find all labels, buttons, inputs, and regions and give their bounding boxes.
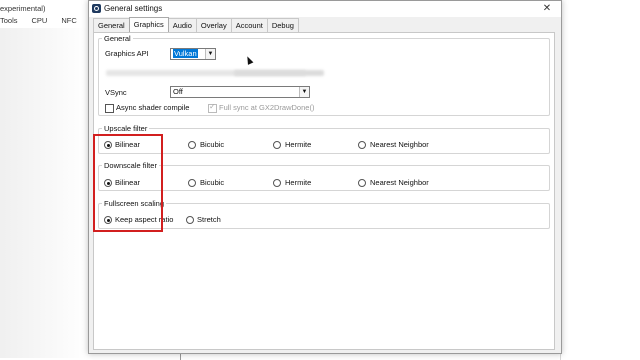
tab-bar: General Graphics Audio Overlay Account D… bbox=[93, 17, 299, 34]
downscale-radio-hermite[interactable] bbox=[273, 179, 281, 187]
graphics-api-label: Graphics API bbox=[105, 49, 149, 58]
background-menu-bar: Tools CPU NFC D bbox=[0, 16, 96, 25]
graphics-api-select[interactable]: Vulkan ▼ bbox=[170, 48, 216, 60]
tab-overlay[interactable]: Overlay bbox=[195, 18, 232, 33]
vsync-value: Off bbox=[173, 87, 183, 96]
downscale-option-label: Bicubic bbox=[200, 178, 225, 187]
async-shader-checkbox[interactable] bbox=[105, 104, 114, 113]
graphics-api-value: Vulkan bbox=[173, 49, 198, 58]
background-window-title: experimental) bbox=[0, 4, 46, 13]
downscale-radio-nearest-neighbor[interactable] bbox=[358, 179, 366, 187]
tab-debug[interactable]: Debug bbox=[266, 18, 299, 33]
full-sync-label: Full sync at GX2DrawDone() bbox=[219, 103, 315, 112]
downscale-option-label: Nearest Neighbor bbox=[370, 178, 429, 187]
vsync-label: VSync bbox=[105, 88, 127, 97]
app-icon bbox=[92, 4, 101, 13]
close-button[interactable]: ✕ bbox=[533, 1, 561, 17]
upscale-option-label: Hermite bbox=[285, 140, 312, 149]
chevron-down-icon: ▼ bbox=[205, 49, 215, 59]
background-menu-item[interactable]: NFC bbox=[61, 16, 76, 25]
fullscreen-option-label: Stretch bbox=[197, 215, 221, 224]
dialog-title: General settings bbox=[104, 4, 163, 13]
upscale-radio-bicubic[interactable] bbox=[188, 141, 196, 149]
upscale-option-label: Nearest Neighbor bbox=[370, 140, 429, 149]
red-highlight-box bbox=[93, 134, 163, 232]
background-right-area bbox=[560, 0, 640, 360]
tab-general[interactable]: General bbox=[93, 18, 130, 33]
upscale-radio-nearest-neighbor[interactable] bbox=[358, 141, 366, 149]
downscale-filter-group: Downscale filter bbox=[98, 161, 550, 191]
background-menu-item[interactable]: Tools bbox=[0, 16, 18, 25]
fullscreen-radio-stretch[interactable] bbox=[186, 216, 194, 224]
blurred-row bbox=[234, 70, 324, 76]
tab-account[interactable]: Account bbox=[230, 18, 268, 33]
fullscreen-scaling-group: Fullscreen scaling bbox=[98, 199, 550, 229]
async-shader-label: Async shader compile bbox=[116, 103, 190, 112]
upscale-option-label: Bicubic bbox=[200, 140, 225, 149]
tab-audio[interactable]: Audio bbox=[167, 18, 197, 33]
dialog-titlebar[interactable]: General settings ✕ bbox=[89, 1, 561, 17]
full-sync-checkbox[interactable] bbox=[208, 102, 217, 113]
downscale-radio-bicubic[interactable] bbox=[188, 179, 196, 187]
upscale-filter-legend: Upscale filter bbox=[104, 124, 148, 133]
downscale-option-label: Hermite bbox=[285, 178, 312, 187]
vsync-select[interactable]: Off ▼ bbox=[170, 86, 310, 98]
chevron-down-icon: ▼ bbox=[299, 87, 309, 97]
general-group-legend: General bbox=[104, 34, 131, 43]
background-menu-item[interactable]: CPU bbox=[32, 16, 48, 25]
upscale-filter-group: Upscale filter bbox=[98, 124, 550, 154]
upscale-radio-hermite[interactable] bbox=[273, 141, 281, 149]
background-blurred-list bbox=[0, 28, 88, 358]
